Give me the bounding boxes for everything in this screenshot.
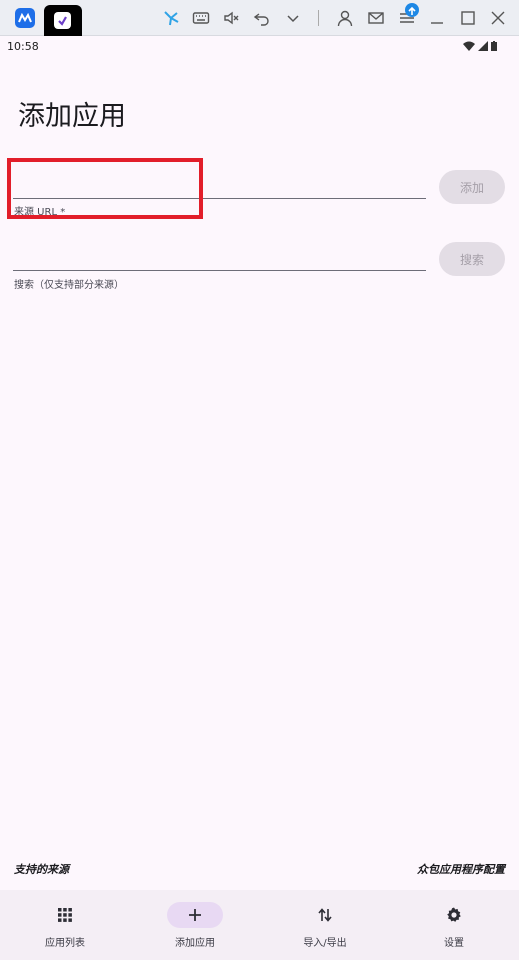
pinwheel-icon[interactable] [162,9,180,27]
chevron-down-icon[interactable] [284,9,302,27]
add-button[interactable]: 添加 [439,170,505,204]
keyboard-icon[interactable] [192,9,210,27]
nav-item-app-list[interactable]: 应用列表 [0,890,130,960]
nav-item-import-export[interactable]: 导入/导出 [260,890,390,960]
supported-sources-link[interactable]: 支持的来源 [14,861,69,877]
app-tab-icon [54,12,71,29]
search-input[interactable] [13,240,426,271]
back-arrow-icon[interactable] [253,9,271,27]
highlight-box [7,158,203,219]
import-export-icon [297,902,353,928]
minimize-icon[interactable] [428,9,446,27]
menu-icon[interactable] [398,3,419,27]
maximize-icon[interactable] [459,9,477,27]
nav-item-settings[interactable]: 设置 [389,890,519,960]
update-badge-icon [405,3,419,17]
plus-icon [167,902,223,928]
page-title: 添加应用 [18,101,126,132]
mute-icon[interactable] [223,9,241,27]
nav-label-app-list: 应用列表 [45,938,85,949]
status-time: 10:58 [7,40,39,53]
search-label: 搜索（仅支持部分来源） [14,280,124,291]
mail-icon[interactable] [367,9,385,27]
bottom-navigation: 应用列表 添加应用 导入/导出 设置 [0,890,519,960]
close-icon[interactable] [489,9,507,27]
nav-label-add-app: 添加应用 [175,938,215,949]
emulator-logo-icon[interactable] [15,8,35,28]
active-app-tab[interactable] [44,5,82,36]
crowdsourced-config-link[interactable]: 众包应用程序配置 [417,861,505,877]
status-bar: 10:58 [0,36,519,58]
gear-icon [426,902,482,928]
nav-label-import-export: 导入/导出 [303,938,347,949]
grid-icon [37,902,93,928]
signal-icon [478,41,488,51]
emulator-toolbar [0,0,519,36]
nav-item-add-app[interactable]: 添加应用 [130,890,260,960]
search-button[interactable]: 搜索 [439,242,505,276]
wifi-icon [463,41,475,51]
system-icons [463,41,497,51]
battery-icon [491,41,497,51]
user-icon[interactable] [336,9,354,27]
toolbar-divider [318,10,319,26]
nav-label-settings: 设置 [444,938,464,949]
